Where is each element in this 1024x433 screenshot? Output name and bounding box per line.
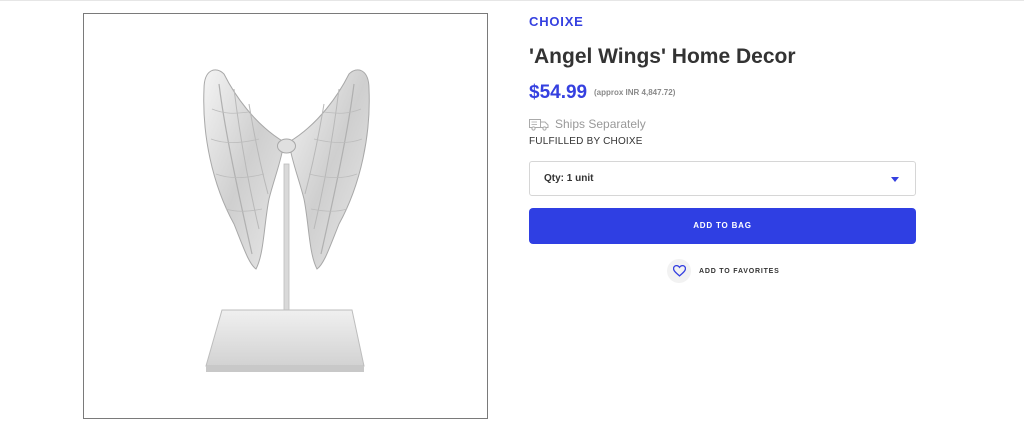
chevron-down-icon: [891, 177, 899, 182]
quantity-select[interactable]: Qty: 1 unit: [529, 161, 916, 196]
product-image[interactable]: [83, 13, 488, 419]
heart-icon-wrapper: [667, 259, 691, 283]
top-divider: [0, 0, 1024, 1]
add-to-favorites-label: ADD TO FAVORITES: [699, 267, 780, 275]
quantity-value: Qty: 1 unit: [544, 173, 594, 184]
shipping-info: Ships Separately: [529, 116, 646, 132]
add-to-bag-button[interactable]: ADD TO BAG: [529, 208, 916, 244]
angel-wings-illustration: [203, 69, 370, 372]
product-price: $54.99: [529, 82, 588, 103]
fulfilled-by: FULFILLED BY CHOIXE: [529, 136, 643, 147]
brand-link[interactable]: CHOIXE: [529, 14, 584, 29]
heart-icon: [672, 265, 686, 277]
shipping-text: Ships Separately: [555, 117, 646, 131]
product-title: 'Angel Wings' Home Decor: [529, 45, 796, 68]
truck-icon: [529, 119, 549, 131]
add-to-favorites-button[interactable]: ADD TO FAVORITES: [667, 259, 780, 283]
approx-price: (approx INR 4,847.72): [594, 88, 676, 97]
